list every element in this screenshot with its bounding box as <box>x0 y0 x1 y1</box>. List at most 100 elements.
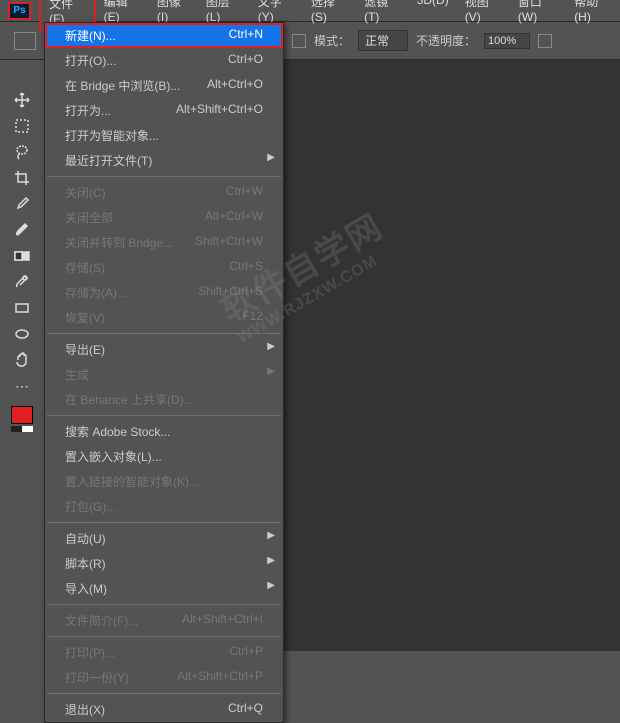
menu-entry[interactable]: 脚本(R) ▶ <box>45 551 283 576</box>
file-menu-dropdown: 新建(N)...Ctrl+N打开(O)...Ctrl+O在 Bridge 中浏览… <box>44 22 284 723</box>
menu-item[interactable]: 窗口(W) <box>510 0 566 31</box>
lasso-tool-icon[interactable] <box>10 140 34 164</box>
menu-entry-shortcut: Alt+Ctrl+O <box>207 77 263 94</box>
menu-entry-label: 最近打开文件(T) <box>65 152 152 169</box>
menu-entry[interactable]: 置入嵌入对象(L)... <box>45 444 283 469</box>
menu-separator <box>47 604 281 605</box>
menu-entry: 存储为(A)... Shift+Ctrl+S <box>45 280 283 305</box>
history-brush-tool-icon[interactable] <box>10 270 34 294</box>
menu-entry-label: 关闭(C) <box>65 184 106 201</box>
menu-entry: 存储(S) Ctrl+S <box>45 255 283 280</box>
menu-entry-label: 恢复(V) <box>65 309 105 326</box>
menu-entry[interactable]: 退出(X)Ctrl+Q <box>45 697 283 722</box>
opacity-input[interactable]: 100% <box>484 33 530 49</box>
menu-entry-label: 存储为(A)... <box>65 284 127 301</box>
menu-separator <box>47 522 281 523</box>
menu-entry: 生成▶ <box>45 362 283 387</box>
menu-entry-label: 在 Bridge 中浏览(B)... <box>65 77 180 94</box>
menu-entry-label: 搜索 Adobe Stock... <box>65 423 170 440</box>
option-checkbox-1[interactable] <box>292 34 306 48</box>
menu-entry[interactable]: 打开为智能对象... <box>45 123 283 148</box>
menu-entry-label: 打印(P)... <box>65 644 115 661</box>
submenu-arrow-icon: ▶ <box>267 366 275 377</box>
menu-item[interactable]: 3D(D) <box>409 0 457 31</box>
menu-item[interactable]: 视图(V) <box>457 0 510 31</box>
menu-entry-label: 退出(X) <box>65 701 105 718</box>
tool-preset-icon[interactable] <box>14 32 36 50</box>
submenu-arrow-icon: ▶ <box>267 341 275 352</box>
crop-tool-icon[interactable] <box>10 166 34 190</box>
menu-entry-label: 存储(S) <box>65 259 105 276</box>
menu-entry-label: 打包(G)... <box>65 498 116 515</box>
menu-entry-shortcut: Shift+Ctrl+W <box>195 234 263 251</box>
menu-entry-label: 新建(N)... <box>65 27 116 44</box>
submenu-arrow-icon: ▶ <box>267 555 275 566</box>
menu-entry-label: 在 Behance 上共享(D)... <box>65 391 194 408</box>
menu-entry-label: 打印一份(Y) <box>65 669 129 686</box>
menu-entry[interactable]: 打开为... Alt+Shift+Ctrl+O <box>45 98 283 123</box>
menu-entry[interactable]: 搜索 Adobe Stock... <box>45 419 283 444</box>
rectangle-tool-icon[interactable] <box>10 296 34 320</box>
ellipse-tool-icon[interactable] <box>10 322 34 346</box>
menu-entry[interactable]: 在 Bridge 中浏览(B)... Alt+Ctrl+O <box>45 73 283 98</box>
menu-entry[interactable]: 新建(N)... Ctrl+N <box>45 23 283 48</box>
menu-entry[interactable]: 导入(M)▶ <box>45 576 283 601</box>
submenu-arrow-icon: ▶ <box>267 530 275 541</box>
gradient-tool-icon[interactable] <box>10 244 34 268</box>
menu-separator <box>47 636 281 637</box>
menu-entry-shortcut: Ctrl+W <box>226 184 263 201</box>
menu-entry-label: 脚本(R) <box>65 555 106 572</box>
menu-entry-label: 打开为... <box>65 102 111 119</box>
menu-entry-shortcut: Alt+Shift+Ctrl+P <box>177 669 263 686</box>
menu-entry[interactable]: 自动(U) ▶ <box>45 526 283 551</box>
menu-entry: 置入链接的智能对象(K)... <box>45 469 283 494</box>
menu-entry-label: 关闭并转到 Bridge... <box>65 234 173 251</box>
mode-select[interactable]: 正常 <box>358 30 408 51</box>
brush-tool-icon[interactable] <box>10 218 34 242</box>
foreground-color-swatch[interactable] <box>11 406 33 424</box>
menu-entry-shortcut: F12 <box>242 309 263 326</box>
dots-icon[interactable]: ⋯ <box>10 374 34 398</box>
menu-entry: 打印一份(Y) Alt+Shift+Ctrl+P <box>45 665 283 690</box>
menu-entry: 文件简介(F)...Alt+Shift+Ctrl+I <box>45 608 283 633</box>
menu-entry-shortcut: Shift+Ctrl+S <box>198 284 263 301</box>
menu-entry-label: 关闭全部 <box>65 209 113 226</box>
option-checkbox-2[interactable] <box>538 34 552 48</box>
menu-separator <box>47 333 281 334</box>
menu-entry-label: 置入嵌入对象(L)... <box>65 448 162 465</box>
eyedropper-tool-icon[interactable] <box>10 192 34 216</box>
menu-entry-label: 导入(M) <box>65 580 107 597</box>
menu-entry: 关闭并转到 Bridge... Shift+Ctrl+W <box>45 230 283 255</box>
menu-entry-shortcut: Ctrl+O <box>228 52 263 69</box>
menu-entry: 关闭(C) Ctrl+W <box>45 180 283 205</box>
menu-entry-shortcut: Ctrl+S <box>229 259 263 276</box>
opacity-label: 不透明度： <box>416 32 476 49</box>
menu-entry-shortcut: Alt+Shift+Ctrl+O <box>176 102 263 119</box>
hand-tool-icon[interactable] <box>10 348 34 372</box>
menu-entry: 打印(P)...Ctrl+P <box>45 640 283 665</box>
menu-entry: 打包(G)... <box>45 494 283 519</box>
menu-entry[interactable]: 导出(E) ▶ <box>45 337 283 362</box>
menu-entry[interactable]: 最近打开文件(T) ▶ <box>45 148 283 173</box>
menu-item[interactable]: 帮助(H) <box>566 0 620 31</box>
menu-entry: 关闭全部 Alt+Ctrl+W <box>45 205 283 230</box>
move-tool-icon[interactable] <box>10 88 34 112</box>
marquee-tool-icon[interactable] <box>10 114 34 138</box>
menu-entry-label: 文件简介(F)... <box>65 612 138 629</box>
menu-entry: 恢复(V) F12 <box>45 305 283 330</box>
background-color-swatch[interactable] <box>11 426 33 432</box>
menu-item[interactable]: 滤镜(T) <box>356 0 409 31</box>
mode-label: 模式： <box>314 32 350 49</box>
menu-entry: 在 Behance 上共享(D)... <box>45 387 283 412</box>
menu-entry-label: 自动(U) <box>65 530 106 547</box>
menu-entry[interactable]: 打开(O)...Ctrl+O <box>45 48 283 73</box>
menu-item[interactable]: 选择(S) <box>303 0 356 31</box>
ps-logo: Ps <box>8 2 31 20</box>
menu-entry-label: 导出(E) <box>65 341 105 358</box>
menu-separator <box>47 415 281 416</box>
submenu-arrow-icon: ▶ <box>267 152 275 163</box>
menu-entry-shortcut: Alt+Ctrl+W <box>205 209 263 226</box>
menu-entry-shortcut: Ctrl+N <box>229 27 263 44</box>
menu-separator <box>47 176 281 177</box>
tools-panel: ⋯ <box>0 60 44 651</box>
